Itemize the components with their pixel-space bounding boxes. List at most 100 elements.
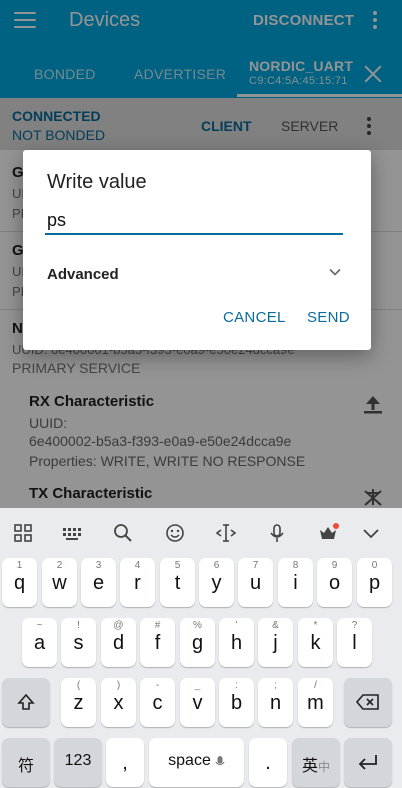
advanced-toggle-label[interactable]: Advanced	[47, 266, 119, 283]
skin-crown-icon[interactable]	[317, 522, 339, 544]
key-label: m	[307, 692, 324, 714]
key-alt-label: %	[193, 620, 202, 631]
key-u[interactable]: 7u	[238, 558, 273, 607]
backspace-icon	[356, 694, 379, 710]
key-q[interactable]: 1q	[2, 558, 37, 607]
key-z[interactable]: (z	[61, 678, 96, 727]
key-alt-label: 3	[95, 560, 102, 571]
key-label: ,	[122, 752, 128, 774]
key-k[interactable]: * k	[298, 618, 333, 667]
key-alt-label: *	[313, 620, 318, 631]
key-alt-label: 5	[174, 560, 181, 571]
key-b[interactable]: :b	[219, 678, 254, 727]
key-label: r	[134, 572, 141, 594]
key-alt-label: '	[235, 620, 238, 631]
key-alt-label: _	[194, 680, 201, 691]
key-label: y	[211, 572, 222, 594]
lang-main: 英	[301, 758, 318, 775]
collapse-keyboard-icon[interactable]	[360, 522, 382, 544]
key-label: a	[33, 632, 46, 654]
send-button[interactable]: SEND	[307, 309, 350, 326]
key-alt-label: )	[116, 680, 121, 691]
key-alt-label: ;	[274, 680, 277, 691]
key-label: h	[230, 632, 243, 654]
soft-keyboard: 1q 2w 3e 4r 5t 6y 7u 8i 9o 0p ~ a ! s @ d #…	[0, 508, 402, 788]
key-alt-label: &	[272, 620, 279, 631]
key-p[interactable]: 0p	[357, 558, 392, 607]
key-label: n	[269, 692, 282, 714]
key-label: o	[328, 572, 341, 594]
key-alt-label: @	[113, 620, 124, 631]
key-g[interactable]: % g	[180, 618, 215, 667]
apps-grid-icon[interactable]	[12, 522, 34, 544]
write-value-dialog: Write value Advanced CANCEL SEND	[23, 150, 371, 350]
key-j[interactable]: & j	[258, 618, 293, 667]
language-key[interactable]: 英中	[292, 738, 340, 787]
comma-key[interactable]: ,	[106, 738, 144, 787]
key-alt-label: -	[155, 680, 160, 691]
key-alt-label: 1	[16, 560, 23, 571]
key-i[interactable]: 8i	[278, 558, 313, 607]
numbers-key[interactable]: 123	[54, 738, 102, 787]
key-label: 123	[64, 752, 92, 769]
enter-key[interactable]	[344, 738, 392, 787]
key-r[interactable]: 4r	[120, 558, 155, 607]
key-label: q	[13, 572, 26, 594]
microphone-icon	[215, 756, 225, 766]
key-d[interactable]: @ d	[101, 618, 136, 667]
search-icon[interactable]	[112, 522, 134, 544]
key-label: s	[73, 632, 84, 654]
key-l[interactable]: ? l	[337, 618, 372, 667]
key-e[interactable]: 3e	[81, 558, 116, 607]
key-label: x	[113, 692, 124, 714]
key-w[interactable]: 2w	[42, 558, 77, 607]
key-label: u	[249, 572, 262, 594]
key-m[interactable]: / m	[298, 678, 333, 727]
key-label: .	[265, 752, 271, 774]
period-key[interactable]: .	[249, 738, 287, 787]
key-v[interactable]: _ v	[180, 678, 215, 727]
microphone-icon[interactable]	[266, 522, 288, 544]
key-label: k	[310, 632, 321, 654]
chevron-down-icon[interactable]	[329, 266, 341, 278]
language-key-label: 英中	[292, 752, 340, 776]
key-alt-label: !	[77, 620, 80, 631]
lang-alt: 中	[318, 760, 331, 774]
key-h[interactable]: ' h	[219, 618, 254, 667]
key-alt-label: 9	[331, 560, 338, 571]
key-label: space	[168, 752, 211, 769]
key-alt-label: ~	[36, 620, 43, 631]
key-alt-label: 7	[252, 560, 259, 571]
key-label: j	[273, 632, 278, 654]
key-s[interactable]: ! s	[61, 618, 96, 667]
key-x[interactable]: ) x	[101, 678, 136, 727]
key-label: l	[352, 632, 357, 654]
key-f[interactable]: # f	[140, 618, 175, 667]
key-o[interactable]: 9o	[317, 558, 352, 607]
key-label: e	[92, 572, 105, 594]
value-input[interactable]	[45, 207, 343, 235]
key-alt-label: 6	[213, 560, 220, 571]
key-alt-label: #	[154, 620, 161, 631]
backspace-key[interactable]	[344, 678, 392, 727]
symbols-key[interactable]: 符	[2, 738, 50, 787]
key-a[interactable]: ~ a	[22, 618, 57, 667]
shift-icon	[17, 693, 35, 710]
cancel-button[interactable]: CANCEL	[223, 309, 286, 326]
keyboard-icon[interactable]	[61, 522, 83, 544]
cursor-move-icon[interactable]	[215, 522, 237, 544]
key-label: p	[368, 572, 381, 594]
key-y[interactable]: 6y	[199, 558, 234, 607]
key-t[interactable]: 5t	[160, 558, 195, 607]
key-n[interactable]: ; n	[258, 678, 293, 727]
key-label: 符	[17, 758, 34, 775]
key-label: i	[293, 572, 298, 594]
key-label: w	[52, 572, 67, 594]
key-alt-label: (	[76, 680, 81, 691]
emoji-icon[interactable]	[164, 522, 186, 544]
key-label: t	[174, 572, 181, 594]
key-c[interactable]: -c	[140, 678, 175, 727]
enter-icon	[358, 755, 377, 770]
shift-key[interactable]	[2, 678, 50, 727]
space-key[interactable]: space	[149, 738, 244, 787]
